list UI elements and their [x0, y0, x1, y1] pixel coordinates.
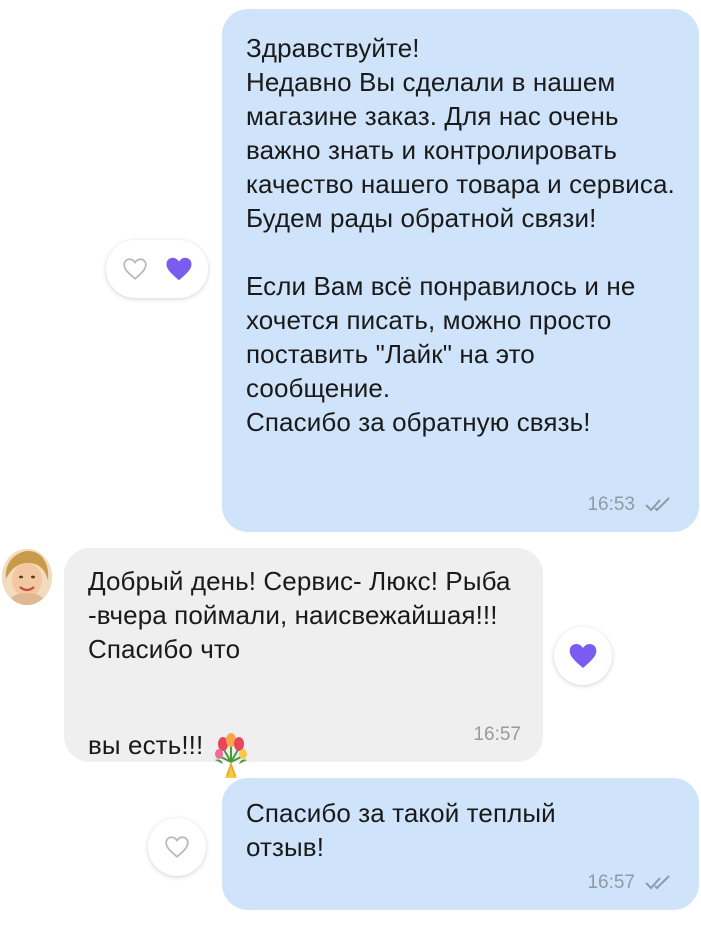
message-text: Спасибо за такой теплый отзыв!	[246, 798, 556, 862]
bouquet-emoji-icon	[211, 698, 251, 788]
heart-outline-icon	[160, 830, 194, 864]
message-meta: 16:57	[473, 724, 521, 746]
message-text: Здравствуйте! Недавно Вы сделали в нашем…	[246, 33, 675, 437]
outgoing-message-bubble[interactable]: Здравствуйте! Недавно Вы сделали в нашем…	[222, 9, 699, 532]
message-text-tail: вы есть!!!	[88, 729, 204, 760]
message-time: 16:57	[587, 872, 635, 893]
message-time: 16:53	[587, 494, 635, 515]
message-time: 16:57	[473, 724, 521, 745]
reaction-pill	[106, 240, 208, 298]
message-meta: 16:53	[587, 494, 673, 516]
incoming-message-bubble[interactable]: Добрый день! Сервис- Люкс! Рыба -вчера п…	[64, 548, 543, 778]
heart-filled-icon[interactable]	[162, 252, 196, 286]
heart-filled-icon	[566, 639, 600, 673]
message-text: Добрый день! Сервис- Люкс! Рыба -вчера п…	[88, 566, 511, 664]
reaction-button[interactable]	[148, 818, 206, 876]
avatar[interactable]	[2, 549, 52, 605]
double-check-icon	[645, 875, 673, 891]
message-meta: 16:57	[587, 872, 673, 894]
message-text-last-line: вы есть!!!	[88, 668, 527, 792]
double-check-icon	[645, 497, 673, 513]
heart-outline-icon[interactable]	[118, 252, 152, 286]
outgoing-message-bubble[interactable]: Спасибо за такой теплый отзыв! 16:57	[222, 778, 699, 910]
reaction-button[interactable]	[554, 627, 612, 685]
